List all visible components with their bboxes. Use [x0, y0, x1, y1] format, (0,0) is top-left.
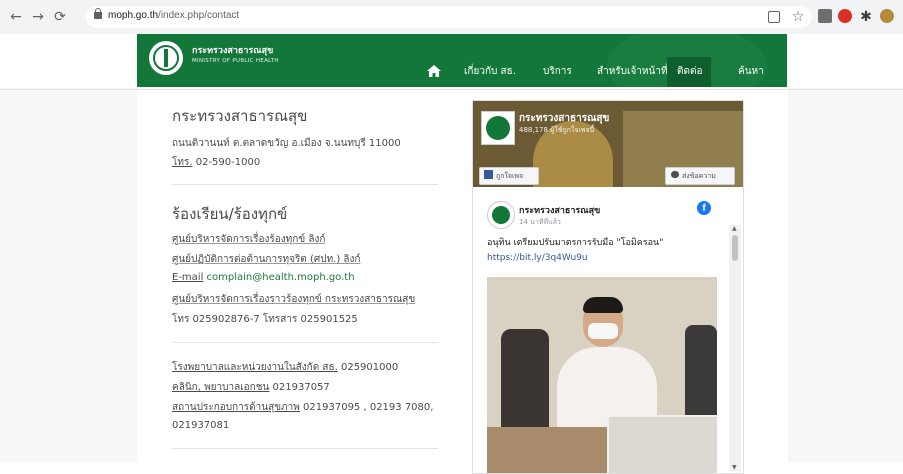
nav-services[interactable]: บริการ: [543, 64, 572, 79]
divider: [172, 342, 438, 343]
facebook-like-count: 488,178 ผู้ใช้ถูกใจเพจนี้: [519, 126, 595, 134]
opera-icon[interactable]: [838, 9, 852, 23]
share-icon[interactable]: [768, 11, 780, 23]
complaints-title: ร้องเรียน/ร้องทุกข์: [172, 205, 288, 223]
clinics-row: คลินิก, พยาบาลเอกชน 021937057: [172, 380, 330, 395]
messenger-icon: [671, 171, 679, 178]
email-link[interactable]: complain@health.moph.go.th: [207, 272, 355, 283]
divider: [172, 448, 438, 449]
facebook-like-button[interactable]: ถูกใจเพจ: [479, 167, 539, 185]
health-business-phone-2: 021937081: [172, 420, 230, 431]
clinics-link[interactable]: คลินิก, พยาบาลเอกชน: [172, 382, 269, 393]
extension-icon[interactable]: [818, 9, 832, 23]
contact-phone-row: โทร. 02-590-1000: [172, 155, 260, 170]
message-button-label: ส่งข้อความ: [682, 172, 716, 180]
email-row: E-mail complain@health.moph.go.th: [172, 272, 355, 283]
nav-contact[interactable]: ติดต่อ: [677, 64, 703, 79]
contact-address: ถนนติวานนท์ ต.ตลาดขวัญ อ.เมือง จ.นนทบุรี…: [172, 138, 401, 149]
lock-icon[interactable]: [94, 8, 102, 19]
complaint-phone: โทร 025902876-7 โทรสาร 025901525: [172, 314, 358, 325]
right-gutter: [788, 88, 903, 462]
hospitals-link[interactable]: โรงพยาบาลและหน่วยงานในสังกัด สธ.: [172, 362, 338, 373]
brand-thai: กระทรวงสาธารณสุข: [192, 46, 274, 56]
nav-about[interactable]: เกี่ยวกับ สธ.: [464, 64, 516, 79]
site-header: กระทรวงสาธารณสุข MINISTRY OF PUBLIC HEAL…: [137, 34, 787, 87]
facebook-cover-image[interactable]: กระทรวงสาธารณสุข 488,178 ผู้ใช้ถูกใจเพจน…: [473, 101, 743, 187]
header-rule: [0, 89, 903, 90]
brand-english: MINISTRY OF PUBLIC HEALTH: [192, 58, 279, 64]
contact-title: กระทรวงสาธารณสุข: [172, 107, 308, 125]
post-photo[interactable]: [487, 277, 717, 473]
facebook-page-avatar[interactable]: [481, 111, 515, 145]
anti-corruption-link[interactable]: ศูนย์ปฏิบัติการต่อต้านการทุจริต (ศปท.) ล…: [172, 252, 360, 267]
scrollbar-thumb[interactable]: [732, 235, 738, 261]
moph-complaint-link[interactable]: ศูนย์บริหารจัดการเรื่องราวร้องทุกข์ กระท…: [172, 292, 415, 307]
clinics-phone: 021937057: [272, 382, 330, 393]
phone-number: 02-590-1000: [195, 157, 261, 168]
hospitals-phone: 025901000: [340, 362, 399, 373]
home-icon[interactable]: [427, 65, 441, 77]
profile-avatar[interactable]: [880, 9, 894, 23]
scroll-up-icon[interactable]: ▲: [732, 225, 737, 232]
website: กระทรวงสาธารณสุข MINISTRY OF PUBLIC HEAL…: [0, 34, 903, 474]
complaint-center-link[interactable]: ศูนย์บริหารจัดการเรื่องร้องทุกข์ ลิงก์: [172, 232, 325, 247]
browser-toolbar: ← → ⟳ moph.go.th/index.php/contact ☆ ✱: [0, 0, 903, 35]
left-gutter: [0, 88, 137, 462]
reload-icon[interactable]: ⟳: [52, 9, 68, 25]
forward-icon[interactable]: →: [30, 9, 46, 25]
scroll-down-icon[interactable]: ▼: [732, 464, 737, 471]
facebook-logo-icon[interactable]: f: [697, 201, 711, 215]
health-business-phone: 021937095 , 02193 7080,: [303, 402, 434, 413]
post-text: อนุทิน เตรียมปรับมาตรการรับมือ "โอมิครอน…: [487, 238, 664, 248]
like-button-label: ถูกใจเพจ: [496, 172, 524, 180]
nav-staff[interactable]: สำหรับเจ้าหน้าที่: [597, 64, 668, 79]
email-label: E-mail: [172, 272, 204, 283]
post-author[interactable]: กระทรวงสาธารณสุข: [519, 203, 600, 217]
health-business-row: สถานประกอบการด้านสุขภาพ 021937095 , 0219…: [172, 400, 433, 415]
moph-logo[interactable]: [149, 41, 183, 75]
url-domain: moph.go.th: [108, 10, 159, 21]
star-icon[interactable]: ☆: [790, 9, 806, 25]
facebook-icon: [484, 170, 493, 179]
url-text: moph.go.th/index.php/contact: [108, 10, 239, 21]
url-path: /index.php/contact: [158, 10, 240, 21]
hospitals-row: โรงพยาบาลและหน่วยงานในสังกัด สธ. 0259010…: [172, 360, 398, 375]
facebook-page-name[interactable]: กระทรวงสาธารณสุข: [519, 111, 609, 126]
post-timestamp[interactable]: 14 นาทีที่แล้ว: [519, 217, 561, 228]
divider: [172, 184, 438, 185]
post-link[interactable]: https://bit.ly/3q4Wu9u: [487, 253, 588, 263]
back-icon[interactable]: ←: [8, 9, 24, 25]
facebook-page-widget: กระทรวงสาธารณสุข 488,178 ผู้ใช้ถูกใจเพจน…: [472, 100, 744, 474]
address-bar[interactable]: moph.go.th/index.php/contact: [86, 6, 812, 28]
facebook-message-button[interactable]: ส่งข้อความ: [665, 167, 735, 185]
phone-label[interactable]: โทร.: [172, 157, 193, 168]
post-author-avatar[interactable]: [487, 201, 515, 229]
health-business-link[interactable]: สถานประกอบการด้านสุขภาพ: [172, 402, 300, 413]
nav-search[interactable]: ค้นหา: [738, 64, 764, 79]
feed-scrollbar[interactable]: ▲ ▼: [729, 225, 741, 471]
puzzle-icon[interactable]: ✱: [858, 9, 874, 25]
